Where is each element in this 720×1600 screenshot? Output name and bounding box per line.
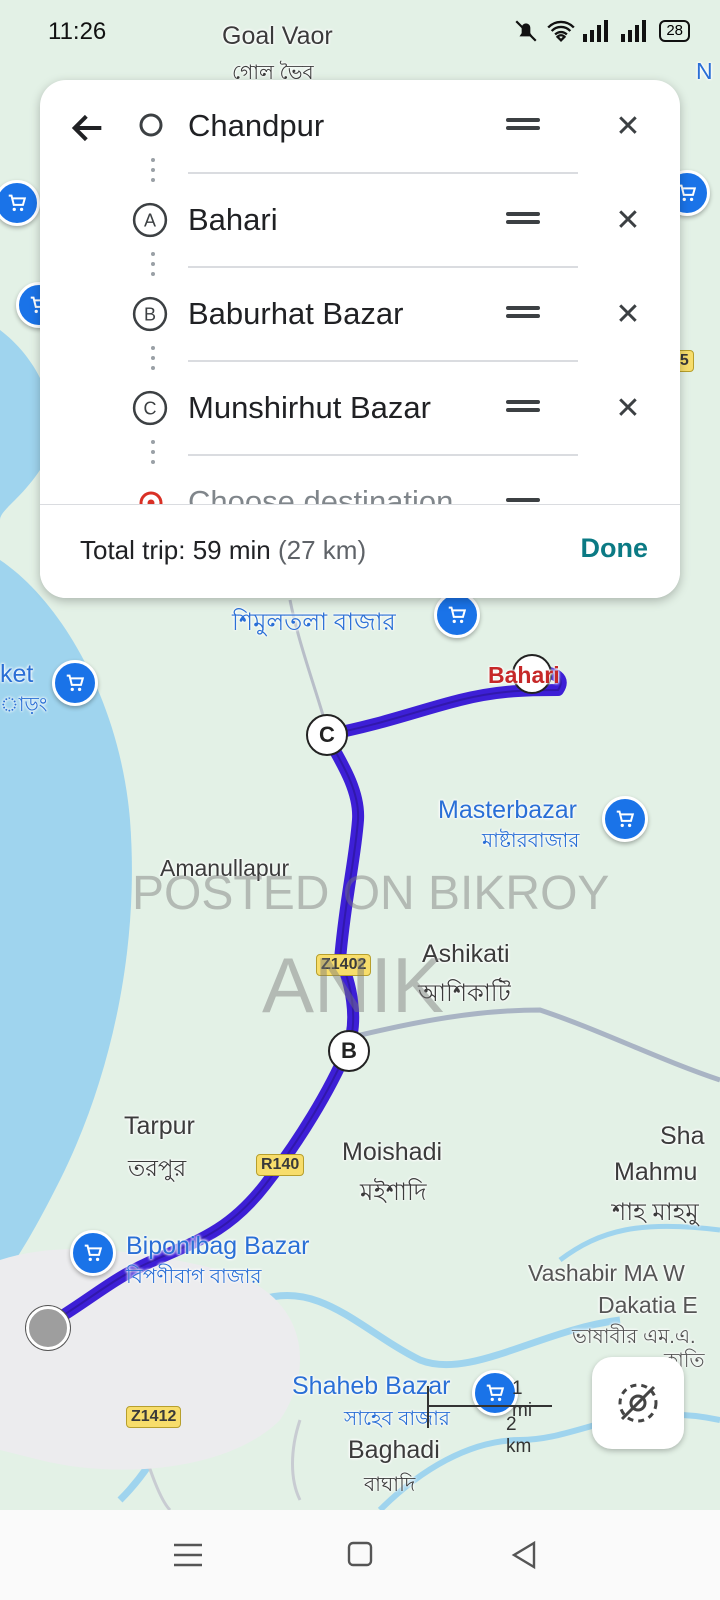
place-tarpur-bn: তরপুর	[128, 1155, 187, 1181]
remove-stop-icon[interactable]: ✕	[608, 294, 648, 334]
waypoint-b-marker[interactable]: B	[328, 1030, 370, 1072]
shopping-cart-icon[interactable]	[70, 1230, 116, 1276]
status-time: 11:26	[48, 18, 107, 45]
origin-circle-icon	[139, 113, 163, 137]
place-moishadi: Moishadi	[342, 1138, 443, 1166]
trip-summary: Total trip: 59 min (27 km) Done	[40, 505, 680, 598]
total-trip-time: Total trip: 59 min	[80, 535, 271, 565]
waypoint-c-letter: C	[144, 398, 157, 418]
drag-handle-icon[interactable]	[506, 210, 540, 226]
place-masterbazar: Masterbazar	[438, 796, 577, 824]
stop-input-c[interactable]: Munshirhut Bazar	[188, 390, 431, 426]
scale-km: 2 km	[506, 1414, 532, 1457]
stop-input-a[interactable]: Bahari	[188, 202, 278, 238]
status-icons: 28	[513, 18, 690, 44]
place-biponibag-bazar: Biponibag Bazar	[126, 1232, 310, 1260]
shopping-cart-icon[interactable]	[434, 592, 480, 638]
total-trip-text: Total trip: 59 min (27 km)	[80, 535, 366, 566]
drag-handle-icon[interactable]	[506, 304, 540, 320]
waypoint-c-marker[interactable]: C	[306, 714, 348, 756]
road-badge-z1412: Z1412	[126, 1406, 182, 1428]
menu-icon[interactable]	[168, 1538, 208, 1572]
stop-input-origin[interactable]: Chandpur	[188, 108, 324, 144]
place-baghadi-bn: বাঘাদি	[364, 1474, 416, 1496]
place-sha: Sha	[660, 1122, 705, 1150]
place-shimultola-bazar: শিমুলতলা বাজার	[232, 609, 396, 636]
shopping-cart-icon[interactable]	[52, 660, 98, 706]
place-bahari: Bahari	[488, 662, 560, 688]
place-baghadi: Baghadi	[348, 1436, 440, 1464]
stop-row-c[interactable]: C Munshirhut Bazar ✕	[40, 362, 680, 456]
place-moishadi-bn: মইশাদি	[360, 1179, 427, 1206]
place-vashabir: Vashabir MA W	[528, 1260, 685, 1286]
drag-handle-icon[interactable]	[506, 398, 540, 414]
drag-handle-icon[interactable]	[506, 116, 540, 132]
origin-marker[interactable]	[26, 1306, 70, 1350]
road-badge-r140: R140	[256, 1154, 305, 1176]
back-triangle-icon[interactable]	[504, 1538, 544, 1572]
place-shah-mahmu-bn: শাহ মাহমু	[612, 1199, 699, 1226]
waypoint-b-letter: B	[144, 304, 156, 324]
stop-row-b[interactable]: B Baburhat Bazar ✕	[40, 268, 680, 362]
place-ket-bn: াড়ং	[0, 694, 48, 716]
signal-icon	[621, 20, 647, 42]
watermark-line2: ANIK	[262, 941, 445, 1029]
stop-row-origin[interactable]: Chandpur ✕	[40, 80, 680, 174]
waypoint-c-icon: C	[132, 390, 168, 426]
waypoint-a-icon: A	[132, 202, 168, 238]
stop-input-b[interactable]: Baburhat Bazar	[188, 296, 403, 332]
place-tarpur: Tarpur	[124, 1112, 195, 1140]
place-n-edge: N	[696, 58, 713, 84]
shopping-cart-icon[interactable]	[602, 796, 648, 842]
waypoint-b-icon: B	[132, 296, 168, 332]
place-dakatia: Dakatia E	[598, 1292, 698, 1318]
place-mahmu: Mahmu	[614, 1158, 698, 1186]
signal-icon	[583, 20, 609, 42]
place-masterbazar-bn: মাষ্টারবাজার	[482, 830, 580, 852]
waypoint-a-letter: A	[144, 210, 156, 230]
remove-stop-icon[interactable]: ✕	[608, 106, 648, 146]
watermark-line1: POSTED ON BIKROY	[132, 867, 610, 920]
status-bar: 11:26 28	[0, 0, 720, 62]
stop-row-a[interactable]: A Bahari ✕	[40, 174, 680, 268]
mute-bell-icon	[515, 20, 537, 42]
place-biponibag-bazar-bn: বিপণীবাগ বাজার	[126, 1266, 262, 1288]
remove-stop-icon[interactable]: ✕	[608, 388, 648, 428]
my-location-button[interactable]	[592, 1357, 684, 1449]
battery-icon: 28	[659, 20, 690, 42]
total-trip-distance: (27 km)	[277, 535, 367, 565]
location-disabled-icon	[618, 1383, 658, 1423]
system-nav-bar	[0, 1510, 720, 1600]
directions-card: Chandpur ✕ A Bahari ✕ B Baburhat Bazar ✕…	[40, 80, 680, 598]
wifi-icon	[547, 20, 576, 42]
place-ket: ket	[0, 660, 34, 688]
home-square-icon[interactable]	[340, 1538, 380, 1572]
remove-stop-icon[interactable]: ✕	[608, 200, 648, 240]
done-button[interactable]: Done	[581, 533, 649, 564]
